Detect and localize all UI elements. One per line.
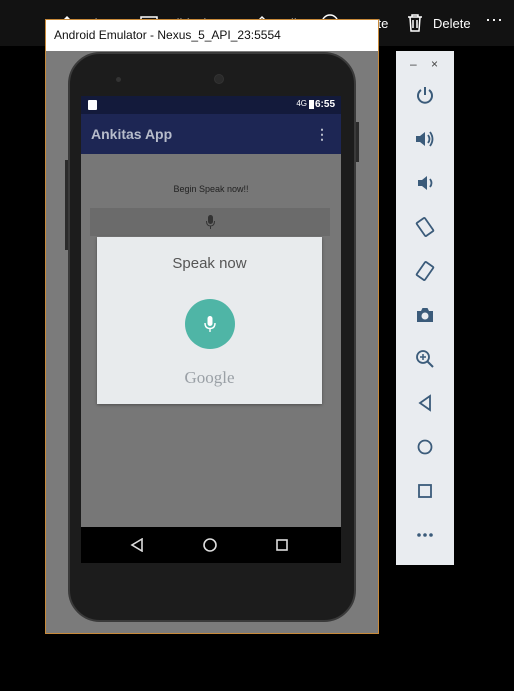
speech-dialog: Speak now Google	[97, 237, 322, 404]
rotate-right-icon	[415, 261, 435, 281]
minimize-button[interactable]: –	[410, 58, 417, 70]
phone-screen: 4G 6:55 Ankitas App ⋮ Begin Speak now!! …	[81, 96, 341, 563]
network-indicator: 4G	[296, 99, 307, 108]
toolbar-window-controls: – ×	[396, 58, 454, 72]
close-button[interactable]: ×	[431, 58, 438, 70]
volume-up-icon	[416, 131, 434, 147]
zoom-button[interactable]	[414, 348, 436, 370]
speak-prompt-text: Begin Speak now!!	[173, 184, 249, 194]
nav-back-button[interactable]	[128, 536, 146, 554]
delete-button[interactable]: Delete	[407, 10, 471, 36]
overflow-menu-button[interactable]: ⋮	[315, 126, 329, 143]
phone-earpiece	[214, 74, 224, 84]
microphone-icon	[204, 316, 216, 332]
status-time: 6:55	[314, 99, 335, 110]
power-button[interactable]	[414, 84, 436, 106]
more-button[interactable]	[414, 524, 436, 546]
emulator-window-title[interactable]: Android Emulator - Nexus_5_API_23:5554	[46, 20, 378, 51]
status-bar: 4G 6:55	[81, 96, 341, 114]
navigation-bar	[81, 527, 341, 563]
microphone-button[interactable]	[185, 299, 235, 349]
more-icon	[417, 533, 433, 537]
back-icon	[418, 394, 431, 412]
emulator-toolbar: – ×	[396, 51, 454, 565]
camera-icon	[417, 308, 433, 322]
speak-now-heading: Speak now	[172, 255, 247, 272]
nav-home-button[interactable]	[201, 536, 219, 554]
rotate-left-button[interactable]	[414, 216, 436, 238]
more-options-button[interactable]: ⋯	[485, 10, 504, 31]
rotate-right-button[interactable]	[414, 260, 436, 282]
phone-sensor	[116, 77, 121, 82]
google-logo: Google	[184, 368, 235, 387]
trash-icon	[408, 14, 422, 32]
speak-button[interactable]	[90, 208, 330, 236]
battery-icon	[309, 100, 314, 109]
delete-label: Delete	[433, 15, 471, 31]
back-icon	[130, 538, 143, 552]
zoom-icon	[416, 350, 434, 368]
volume-down-icon	[418, 176, 433, 190]
home-icon	[203, 538, 217, 552]
recents-icon	[276, 539, 288, 551]
power-icon	[417, 87, 433, 104]
toolbar-home-button[interactable]	[414, 436, 436, 458]
volume-up-button[interactable]	[414, 128, 436, 150]
screenshot-button[interactable]	[414, 304, 436, 326]
home-icon	[417, 439, 433, 455]
app-bar: Ankitas App ⋮	[81, 114, 341, 154]
overview-icon	[418, 484, 432, 498]
toolbar-back-button[interactable]	[414, 392, 436, 414]
volume-down-button[interactable]	[414, 172, 436, 194]
app-title: Ankitas App	[91, 126, 173, 142]
nav-recents-button[interactable]	[273, 536, 291, 554]
overview-button[interactable]	[414, 480, 436, 502]
microphone-icon	[206, 215, 215, 229]
rotate-left-icon	[415, 217, 435, 237]
sd-card-icon	[88, 100, 97, 110]
